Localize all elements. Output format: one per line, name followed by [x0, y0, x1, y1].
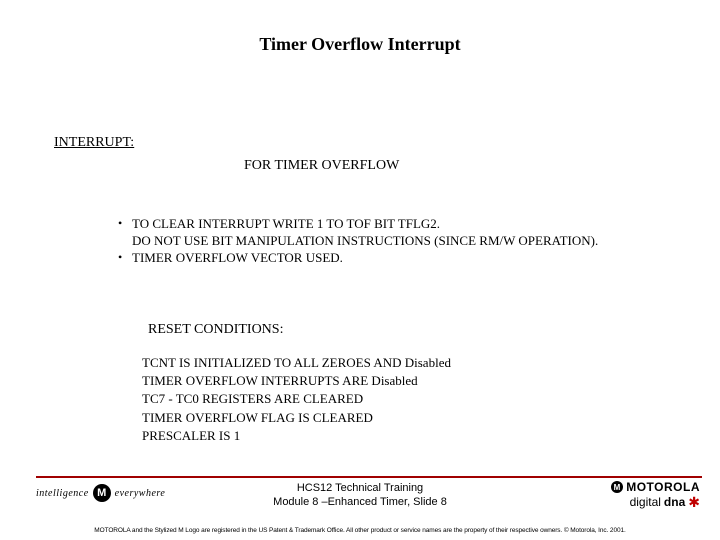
dna-star-icon: ✱ [688, 495, 700, 509]
reset-list: TCNT IS INITIALIZED TO ALL ZEROES AND Di… [142, 354, 451, 445]
bullet-continuation: DO NOT USE BIT MANIPULATION INSTRUCTIONS… [132, 233, 598, 250]
divider-line [36, 476, 702, 478]
reset-line: TIMER OVERFLOW INTERRUPTS ARE Disabled [142, 372, 451, 390]
reset-line: TIMER OVERFLOW FLAG IS CLEARED [142, 409, 451, 427]
fineprint: MOTOROLA and the Stylized M Logo are reg… [0, 527, 720, 534]
logo-left-word1: intelligence [36, 488, 89, 499]
motorola-brand: M MOTOROLA [611, 480, 700, 494]
reset-heading: RESET CONDITIONS: [148, 322, 283, 338]
logo-left-word2: everywhere [115, 488, 166, 499]
slide: Timer Overflow Interrupt INTERRUPT: FOR … [0, 0, 720, 540]
subtitle: FOR TIMER OVERFLOW [244, 158, 399, 174]
bullet-text: TIMER OVERFLOW VECTOR USED. [132, 250, 343, 265]
slide-title: Timer Overflow Interrupt [0, 34, 720, 55]
logo-right: M MOTOROLA digitaldna ✱ [611, 480, 700, 509]
reset-line: PRESCALER IS 1 [142, 427, 451, 445]
interrupt-heading: INTERRUPT: [54, 135, 134, 151]
interrupt-heading-text: INTERRUPT: [54, 135, 134, 150]
bullet-item: TIMER OVERFLOW VECTOR USED. [118, 250, 598, 267]
motorola-m-icon: M [611, 481, 623, 493]
dna-word2: dna [664, 495, 685, 509]
logo-left: intelligence M everywhere [36, 484, 165, 502]
reset-line: TC7 - TC0 REGISTERS ARE CLEARED [142, 390, 451, 408]
bullet-item: TO CLEAR INTERRUPT WRITE 1 TO TOF BIT TF… [118, 216, 598, 250]
bullet-list: TO CLEAR INTERRUPT WRITE 1 TO TOF BIT TF… [118, 216, 598, 267]
bullet-text: TO CLEAR INTERRUPT WRITE 1 TO TOF BIT TF… [132, 216, 440, 231]
motorola-m-icon: M [93, 484, 111, 502]
motorola-brand-text: MOTOROLA [626, 480, 700, 494]
dna-word1: digital [630, 495, 661, 509]
reset-line: TCNT IS INITIALIZED TO ALL ZEROES AND Di… [142, 354, 451, 372]
digital-dna: digitaldna ✱ [611, 495, 700, 509]
